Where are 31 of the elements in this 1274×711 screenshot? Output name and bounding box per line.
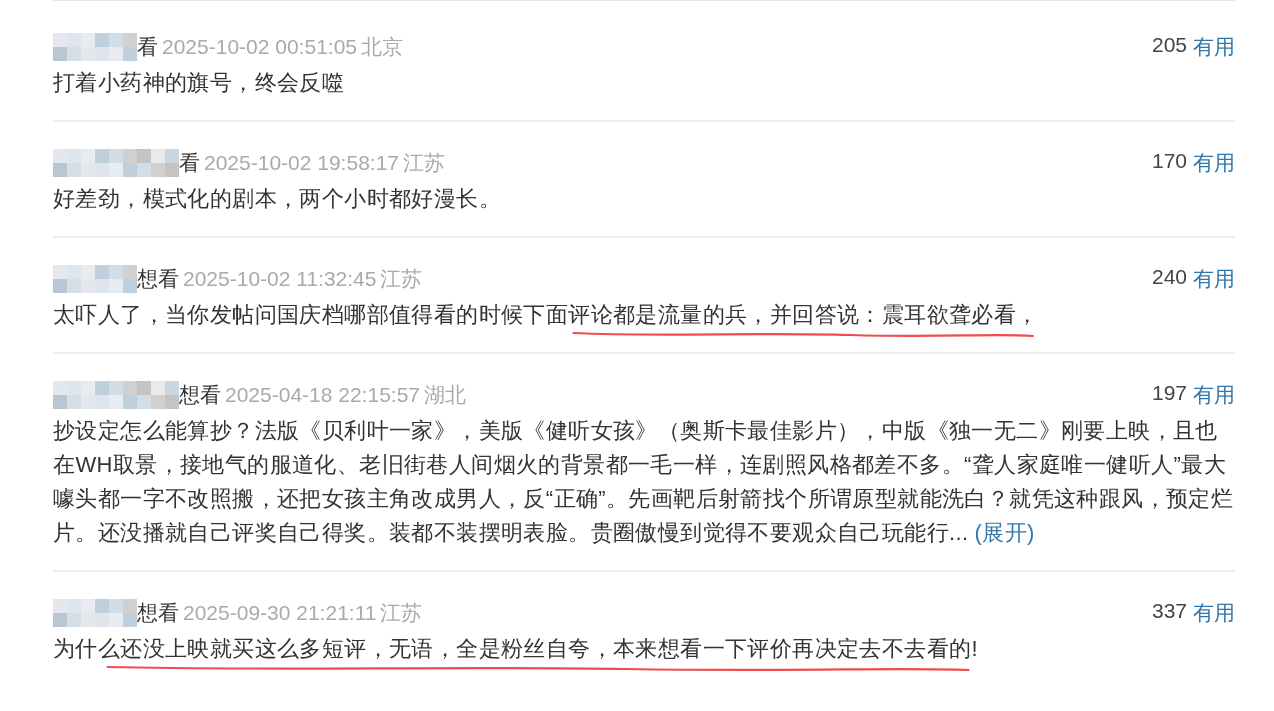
comment-text: 好差劲，模式化的剧本，两个小时都好漫长。: [53, 185, 502, 213]
comment-location: 湖北: [424, 382, 466, 408]
comment-location: 江苏: [380, 266, 423, 292]
comment-text: 抄设定怎么能算抄？法版《贝利叶一家》，美版《健听女孩》（奥斯卡最佳影片），中版《独一无二》刚要上映，且也在WH取景，接地气的服道化、老旧街巷人间烟火的背景都一毛一样，连剧照风格都差不多。“聋人家庭唯一健听人”最大噱头都一字不改照搬，还把女孩主角改成男人，反“正确”。先画靶后射箭找个所谓原型就能洗白？就凭这种跟风，预定烂片。还没播就自己评奖自己得奖。装都不装摆明表脸。贵圈傲慢到觉得不要观众自己玩能行... (展开): [53, 417, 1235, 547]
rating-status: 想看: [137, 600, 179, 626]
comment-text: 为什么还没上映就买这么多短评，无语，全是粉丝自夸，本来想看一下评价再决定去不去看的!: [53, 632, 1235, 676]
useful-link[interactable]: 有用: [1193, 599, 1235, 627]
comment-time: 2025-10-02 19:58:17: [204, 151, 399, 175]
comment-time: 2025-10-02 11:32:45: [183, 267, 377, 291]
vote-count: 205: [1151, 33, 1187, 58]
useful-link[interactable]: 有用: [1193, 149, 1235, 177]
rating-status: 看: [137, 34, 158, 60]
useful-link[interactable]: 有用: [1193, 265, 1235, 293]
comment-text: 太吓人了，当你发帖问国庆档哪部值得看的时候下面评论都是流量的兵，并回答说：震耳欲聋必看，: [53, 298, 1235, 342]
useful-link[interactable]: 有用: [1193, 381, 1235, 409]
vote-count: 240: [1151, 265, 1187, 290]
expand-link[interactable]: (展开): [974, 520, 1035, 545]
comment-location: 北京: [361, 34, 403, 60]
comment-time: 2025-04-18 22:15:57: [225, 383, 420, 407]
comment-location: 江苏: [403, 150, 445, 176]
rating-status: 想看: [179, 382, 221, 408]
useful-link[interactable]: 有用: [1193, 33, 1235, 61]
vote-count: 337: [1151, 599, 1187, 624]
comment-location: 江苏: [380, 600, 423, 626]
vote-count: 197: [1151, 381, 1187, 406]
rating-status: 想看: [137, 266, 179, 292]
vote-count: 170: [1151, 149, 1187, 174]
rating-status: 看: [179, 150, 200, 176]
comment-time: 2025-09-30 21:21:11: [183, 601, 377, 625]
comment-time: 2025-10-02 00:51:05: [162, 35, 357, 59]
comment-text: 打着小药神的旗号，终会反噬: [53, 69, 346, 97]
